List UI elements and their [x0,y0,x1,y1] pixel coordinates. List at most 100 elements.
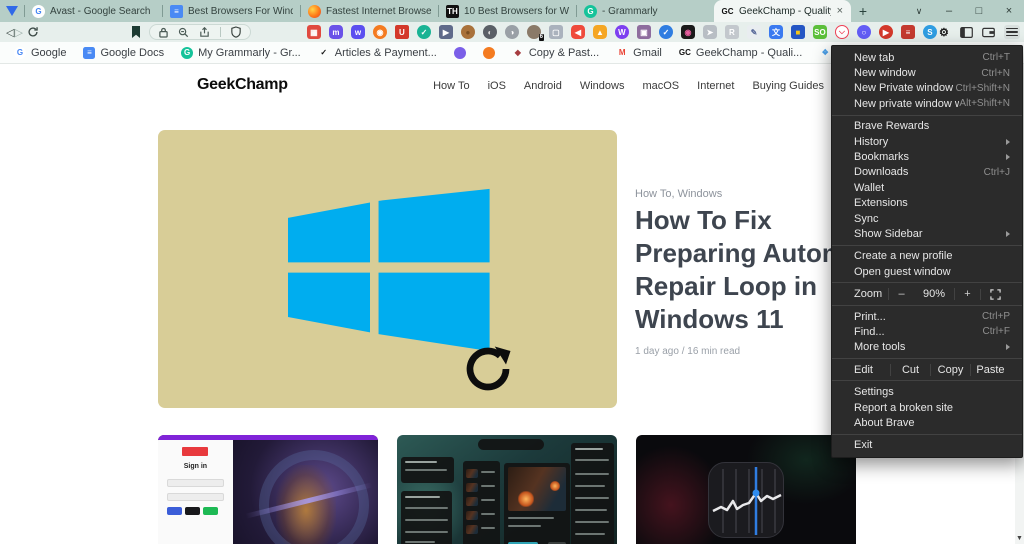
stackoverflow-extension-icon[interactable]: SO [813,25,827,39]
pocket-extension-icon[interactable]: ⌵ [835,25,849,39]
window-close-button[interactable]: × [994,0,1024,22]
tab-close-button[interactable]: × [836,5,844,17]
menu-item-brave-rewards[interactable]: Brave Rewards [832,119,1022,134]
skype-extension-icon[interactable]: S [923,25,937,39]
scrollbar-down-arrow[interactable]: ▼ [1015,535,1024,542]
menu-button[interactable] [1004,25,1020,39]
sphere-extension-icon[interactable]: ◐ [483,25,497,39]
bot-extension-icon[interactable]: ◉ [373,25,387,39]
thumbnail-stocks-app[interactable] [636,435,856,544]
zoom-out-button[interactable]: – [888,288,914,300]
menu-item-new-private-window-with-tor[interactable]: New private window with TorAlt+Shift+N [832,96,1022,111]
tab-grammarly[interactable]: G- Grammarly [577,0,714,22]
stack-extension-icon[interactable]: ≡ [901,25,915,39]
fullscreen-button[interactable] [980,289,1010,300]
menu-item-open-guest-window[interactable]: Open guest window [832,264,1022,279]
menu-item-bookmarks[interactable]: Bookmarks [832,149,1022,164]
megaphone-extension-icon[interactable]: ◀ [571,25,585,39]
maximize-button[interactable]: □ [964,0,994,22]
menu-item-show-sidebar[interactable]: Show Sidebar [832,226,1022,241]
menu-item-exit[interactable]: Exit [832,438,1022,453]
bookmark-flag-icon[interactable] [131,26,141,38]
wordtune-extension-icon[interactable]: w [351,25,365,39]
image-extension-icon[interactable]: ▢ [549,25,563,39]
menu-item-new-tab[interactable]: New tabCtrl+T [832,50,1022,65]
adblock-extension-icon[interactable]: ▦ [307,25,321,39]
forward-button[interactable]: ▷ [14,26,22,39]
cookie-extension-icon[interactable]: ● [461,25,475,39]
menu-item-create-a-new-profile[interactable]: Create a new profile [832,249,1022,264]
bookmark-copy-past[interactable]: ◆Copy & Past... [512,47,599,59]
menu-item-new-window[interactable]: New windowCtrl+N [832,65,1022,80]
puzzle-extensions-icon[interactable]: ⚙ [937,25,951,39]
menu-item-report-a-broken-site[interactable]: Report a broken site [832,400,1022,415]
bookmark-icon-only[interactable] [483,47,495,59]
menu-item-extensions[interactable]: Extensions [832,196,1022,211]
wallet-icon[interactable] [982,27,995,38]
menu-item-history[interactable]: History [832,134,1022,149]
keeper-extension-icon[interactable]: ■ [791,25,805,39]
check-extension-icon[interactable]: ✓ [417,25,431,39]
translate-extension-icon[interactable]: 文 [769,25,783,39]
address-bar[interactable] [149,24,251,40]
menu-item-print[interactable]: Print...Ctrl+P [832,309,1022,324]
reload-button[interactable] [27,26,39,38]
zoom-in-button[interactable]: + [954,288,980,300]
tab-fastest-internet-browser-best[interactable]: Fastest Internet Browser & Best [301,0,438,22]
reader-extension-icon[interactable]: R [725,25,739,39]
menu-item-about-brave[interactable]: About Brave [832,415,1022,430]
nav-link-ios[interactable]: iOS [488,80,506,92]
menu-item-more-tools[interactable]: More tools [832,340,1022,355]
zoom-out-icon[interactable] [178,27,189,38]
menu-item-settings[interactable]: Settings [832,384,1022,399]
share-icon[interactable] [199,27,210,38]
highlighter-extension-icon[interactable]: ✎ [747,25,761,39]
bookmark-articles-payment[interactable]: ✓Articles & Payment... [318,47,437,59]
profile-avatar-extension-icon[interactable]: 6 [527,25,541,39]
nav-link-how-to[interactable]: How To [433,80,469,92]
camera-extension-icon[interactable]: ▣ [637,25,651,39]
bookmark-google[interactable]: GGoogle [14,47,66,59]
thumbnail-riot-signin[interactable]: Sign in [158,435,378,544]
bookmark-gmail[interactable]: MGmail [616,47,662,59]
menu-item-sync[interactable]: Sync [832,211,1022,226]
nav-link-buying-guides[interactable]: Buying Guides [752,80,824,92]
ublock-extension-icon[interactable]: U [395,25,409,39]
yinyang-extension-icon[interactable]: ◑ [505,25,519,39]
bell-extension-icon[interactable]: ▲ [593,25,607,39]
article-hero-image[interactable] [158,130,617,408]
tab-10-best-browsers-for-windows-1[interactable]: TH10 Best Browsers for Windows 1 [439,0,576,22]
verified-extension-icon[interactable]: ✓ [659,25,673,39]
sidebar-toggle-icon[interactable] [960,27,973,38]
brave-logo-icon[interactable] [0,0,24,22]
gray-arrow-extension-icon[interactable]: ➤ [703,25,717,39]
bookmark-geekchamp-quali[interactable]: GCGeekChamp - Quali... [679,47,802,59]
tab-search-chevron-icon[interactable]: ∨ [904,0,934,22]
nav-link-windows[interactable]: Windows [580,80,625,92]
thumbnail-xbox-game-bar[interactable] [397,435,617,544]
tab-best-browsers-for-windows-11[interactable]: ≡Best Browsers For Windows 11 - [163,0,300,22]
back-button[interactable]: ◁ [6,26,14,39]
menu-item-cut[interactable]: Cut [890,364,930,376]
play-extension-icon[interactable]: ▶ [879,25,893,39]
nav-link-android[interactable]: Android [524,80,562,92]
site-logo[interactable]: GeekChamp [197,76,288,94]
monica-extension-icon[interactable]: m [329,25,343,39]
tab-avast-google-search[interactable]: GAvast - Google Search [25,0,162,22]
nav-link-macos[interactable]: macOS [642,80,679,92]
tab-geekchamp-quality-how[interactable]: GCGeekChamp - Quality How× [714,0,851,22]
minimize-button[interactable]: – [934,0,964,22]
flag-extension-icon[interactable]: ▶ [439,25,453,39]
wikibuy-extension-icon[interactable]: W [615,25,629,39]
menu-item-downloads[interactable]: DownloadsCtrl+J [832,165,1022,180]
menu-item-find[interactable]: Find...Ctrl+F [832,324,1022,339]
loom-extension-icon[interactable]: ○ [857,25,871,39]
menu-item-wallet[interactable]: Wallet [832,180,1022,195]
brave-shields-icon[interactable] [231,26,241,38]
menu-item-new-private-window[interactable]: New Private windowCtrl+Shift+N [832,81,1022,96]
menu-item-copy[interactable]: Copy [930,364,970,376]
bookmark-icon-only[interactable] [454,47,466,59]
new-tab-button[interactable]: + [851,0,875,22]
menu-item-paste[interactable]: Paste [970,364,1010,376]
article-category[interactable]: How To, Windows [635,188,722,200]
